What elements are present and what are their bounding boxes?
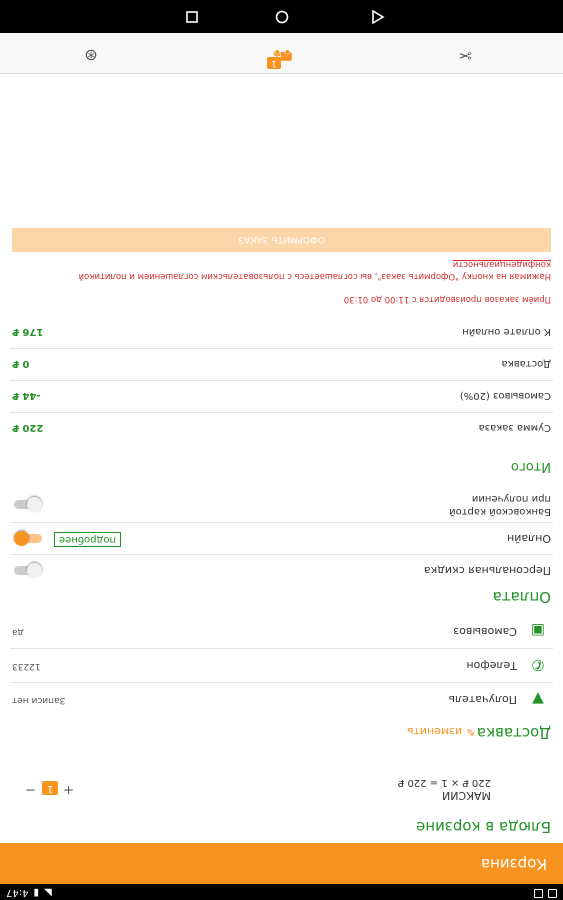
notification-icon-2: [534, 889, 543, 898]
recents-icon: [186, 11, 198, 23]
pay-online-value: 176 ₽: [12, 326, 44, 337]
quantity-stepper: − 1 +: [24, 780, 76, 797]
pickup-discount-label: Самовывоз (20%): [459, 390, 551, 401]
online-payment-toggle[interactable]: [14, 531, 42, 546]
phone-icon: ✆: [531, 656, 545, 674]
recipient-row[interactable]: ▼ Получатель Записи нет: [10, 682, 553, 716]
decrease-quantity-button[interactable]: −: [25, 782, 36, 797]
order-sum-row: Сумма заказа 220 ₽: [10, 412, 553, 444]
delivery-method-label: Самовывоз: [453, 625, 517, 638]
submit-order-label: ОФОРМИТЬ ЗАКАЗ: [238, 234, 325, 244]
delivery-method-value: да: [12, 627, 24, 637]
home-icon: [275, 10, 289, 24]
delivery-cost-label: Доставка: [501, 358, 551, 369]
signal-icon: ◣: [43, 887, 52, 898]
card-on-delivery-row: Банковской картой при получении: [10, 488, 553, 522]
pickup-discount-row: Самовывоз (20%) -44 ₽: [10, 380, 553, 412]
cart-badge: 1: [267, 57, 281, 69]
phone-value: 12233: [12, 661, 41, 671]
menu-tab[interactable]: ✂: [453, 41, 477, 65]
order-sum-value: 220 ₽: [12, 422, 44, 433]
consent-text: Нажимая на кнопку "Оформить заказ", вы с…: [78, 271, 551, 281]
increase-quantity-button[interactable]: +: [63, 782, 74, 797]
battery-icon: ▮: [33, 887, 39, 898]
cart-tab[interactable]: ⛟ 1: [263, 39, 293, 69]
recipient-icon: ▼: [532, 690, 544, 708]
cart-item: МАКСИИ 220 ₽ × 1 = 220 ₽ − 1 +: [10, 770, 553, 804]
back-button[interactable]: [371, 9, 385, 25]
pay-online-label: К оплате онлайн: [462, 326, 551, 337]
personal-discount-row: Персональная скидка: [10, 554, 553, 586]
online-payment-label: Онлайн: [507, 532, 551, 545]
payment-section-title: Оплата: [492, 588, 551, 606]
privacy-policy-link[interactable]: конфиденциальности: [12, 258, 551, 270]
cutlery-icon: ✂: [458, 46, 472, 65]
phone-row[interactable]: ✆ Телефон 12233: [10, 648, 553, 682]
recipient-label: Получатель: [448, 693, 517, 706]
change-delivery-label: изменить: [406, 725, 463, 738]
home-button[interactable]: [275, 10, 289, 25]
recents-button[interactable]: [185, 11, 199, 25]
card-on-delivery-sublabel: при получении: [471, 493, 551, 504]
cart-section-title: Блюда в корзине: [416, 818, 551, 836]
delivery-truck-icon: ▣: [530, 622, 546, 640]
quantity-value: 1: [42, 781, 58, 795]
status-bar: ◣ ▮ 4:47: [0, 884, 563, 900]
system-navigation-bar: [0, 0, 563, 33]
support-tab[interactable]: ⊛: [79, 41, 103, 65]
notification-icon: [548, 889, 557, 898]
delivery-cost-row: Доставка 0 ₽: [10, 348, 553, 380]
status-time: 4:47: [6, 887, 29, 898]
change-delivery-button[interactable]: ✎ изменить: [407, 725, 475, 738]
delivery-section-title: Доставка: [476, 724, 551, 742]
recipient-value: Записи нет: [12, 695, 66, 705]
submit-order-button[interactable]: ОФОРМИТЬ ЗАКАЗ: [12, 228, 551, 252]
personal-discount-toggle[interactable]: [14, 563, 42, 578]
support-icon: ⊛: [84, 46, 98, 65]
app-bar: Корзина: [0, 843, 563, 884]
card-on-delivery-label: Банковской картой: [449, 506, 551, 517]
back-icon: [372, 9, 385, 25]
screen: ◣ ▮ 4:47 Корзина Блюда в корзине МАКСИИ …: [0, 0, 563, 900]
online-payment-row: Онлайн подробнее: [10, 522, 553, 554]
bottom-navigation: ✂ ⛟ 1 ⊛: [0, 33, 563, 74]
pickup-discount-value: -44 ₽: [12, 390, 41, 401]
delivery-method-row[interactable]: ▣ Самовывоз да: [10, 614, 553, 648]
order-hours-note: Приём заказов производится с 11:00 до 01…: [343, 294, 551, 304]
delivery-cost-value: 0 ₽: [12, 358, 30, 369]
status-right: ◣ ▮ 4:47: [6, 887, 52, 898]
pay-online-row: К оплате онлайн 176 ₽: [10, 316, 553, 348]
status-left: [534, 889, 557, 898]
phone-label: Телефон: [466, 659, 517, 672]
pencil-icon: ✎: [465, 725, 475, 738]
order-sum-label: Сумма заказа: [478, 422, 551, 433]
personal-discount-label: Персональная скидка: [423, 564, 551, 577]
card-on-delivery-toggle[interactable]: [14, 497, 42, 512]
consent-note: Нажимая на кнопку "Оформить заказ", вы с…: [12, 258, 551, 282]
online-more-button[interactable]: подробнее: [54, 532, 122, 547]
cart-item-name: МАКСИИ: [442, 789, 491, 802]
cart-item-price-line: 220 ₽ × 1 = 220 ₽: [397, 777, 491, 788]
page-title: Корзина: [480, 855, 547, 873]
totals-section-title: Итого: [510, 459, 551, 474]
